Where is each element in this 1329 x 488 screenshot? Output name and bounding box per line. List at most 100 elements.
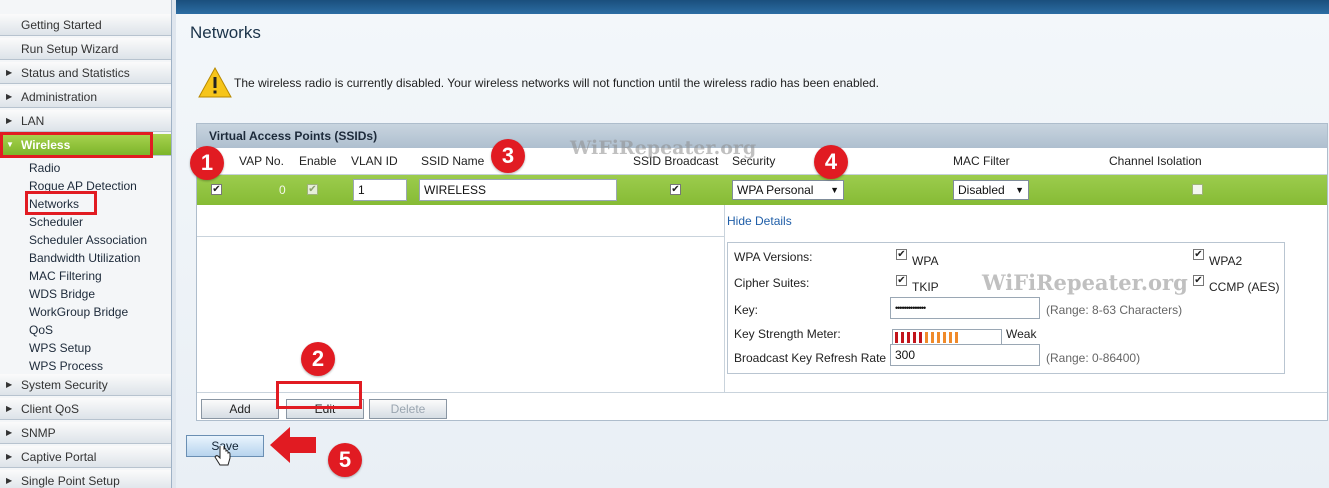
annotation-marker-2: 2: [301, 342, 335, 376]
sidebar-item-label: LAN: [21, 114, 45, 128]
highlight-box-edit: [276, 381, 362, 409]
sidebar-sub-scheduler-association[interactable]: Scheduler Association: [29, 232, 147, 248]
strength-bar: [907, 332, 910, 343]
ssid-name-input[interactable]: WIRELESS: [419, 179, 617, 201]
wpa2-checkbox[interactable]: ✔: [1193, 249, 1204, 260]
wpa-versions-label: WPA Versions:: [734, 250, 813, 264]
strength-bar: [925, 332, 928, 343]
table-row[interactable]: ✔ 0 ✔ 1 WIRELESS ✔ WPA Personal ▼ Disable…: [197, 175, 1327, 205]
sidebar-item-label: Single Point Setup: [21, 474, 120, 488]
key-strength-label: Key Strength Meter:: [734, 327, 841, 341]
annotation-marker-5: 5: [328, 443, 362, 477]
watermark: WiFiRepeater.org: [982, 270, 1188, 295]
ccmp-checkbox[interactable]: ✔: [1193, 275, 1204, 286]
wpa-label: WPA: [912, 254, 939, 268]
divider: [197, 236, 724, 237]
key-strength-text: Weak: [1006, 327, 1037, 341]
cipher-suites-label: Cipher Suites:: [734, 276, 810, 290]
sidebar-item-label: Run Setup Wizard: [21, 42, 119, 56]
sidebar-item-label: Administration: [21, 90, 98, 104]
key-input[interactable]: ••••••••••••••: [890, 297, 1040, 319]
column-header-mac-filter: MAC Filter: [953, 154, 1010, 168]
sidebar-sub-wps-setup[interactable]: WPS Setup: [29, 340, 91, 356]
sidebar-item-status-and-statistics[interactable]: ▶ Status and Statistics: [0, 62, 171, 84]
strength-bar: [949, 332, 952, 343]
add-button[interactable]: Add: [201, 399, 279, 419]
sidebar-sub-mac-filtering[interactable]: MAC Filtering: [29, 268, 102, 284]
row-select-checkbox[interactable]: ✔: [211, 184, 222, 195]
sidebar-item-getting-started[interactable]: Getting Started: [0, 14, 171, 36]
sidebar-item-label: SNMP: [21, 426, 56, 440]
strength-bar: [895, 332, 898, 343]
tkip-checkbox[interactable]: ✔: [896, 275, 907, 286]
highlight-box-wireless: [0, 132, 153, 158]
sidebar-item-lan[interactable]: ▶ LAN: [0, 110, 171, 132]
sidebar-sub-wps-process[interactable]: WPS Process: [29, 358, 103, 374]
strength-bar: [901, 332, 904, 343]
annotation-marker-4: 4: [814, 145, 848, 179]
sidebar-sub-bandwidth-utilization[interactable]: Bandwidth Utilization: [29, 250, 140, 266]
sidebar-item-client-qos[interactable]: ▶ Client QoS: [0, 398, 171, 420]
ccmp-label: CCMP (AES): [1209, 280, 1280, 294]
divider: [724, 205, 725, 392]
mac-filter-value: Disabled: [958, 183, 1005, 197]
sidebar-item-system-security[interactable]: ▶ System Security: [0, 374, 171, 396]
strength-bar: [919, 332, 922, 343]
expand-arrow-icon: ▶: [6, 116, 13, 125]
enable-checkbox: ✔: [307, 184, 318, 195]
sidebar-item-label: Status and Statistics: [21, 66, 130, 80]
broadcast-key-refresh-input[interactable]: 300: [890, 344, 1040, 366]
security-details-box: WPA Versions: ✔ WPA ✔ WPA2 Cipher Suites…: [727, 242, 1285, 374]
column-header-channel-isolation: Channel Isolation: [1109, 154, 1202, 168]
sidebar-sub-workgroup-bridge[interactable]: WorkGroup Bridge: [29, 304, 128, 320]
security-select[interactable]: WPA Personal ▼: [732, 180, 844, 200]
refresh-range-hint: (Range: 0-86400): [1046, 351, 1141, 365]
sidebar-item-single-point-setup[interactable]: ▶ Single Point Setup: [0, 470, 171, 488]
annotation-marker-1: 1: [190, 146, 224, 180]
chevron-down-icon: ▼: [1015, 185, 1024, 195]
expand-arrow-icon: ▶: [6, 380, 13, 389]
expand-arrow-icon: ▶: [6, 404, 13, 413]
annotation-arrow-icon: [270, 427, 316, 463]
column-header-vlan-id: VLAN ID: [351, 154, 398, 168]
vap-number: 0: [279, 183, 286, 197]
watermark: WiFiRepeater.org: [570, 137, 757, 159]
broadcast-key-refresh-label: Broadcast Key Refresh Rate: [734, 351, 887, 365]
mac-filter-select[interactable]: Disabled ▼: [953, 180, 1029, 200]
strength-bar: [937, 332, 940, 343]
column-header-vap-no: VAP No.: [239, 154, 284, 168]
wpa2-label: WPA2: [1209, 254, 1243, 268]
sidebar-item-label: Client QoS: [21, 402, 80, 416]
key-range-hint: (Range: 8-63 Characters): [1046, 303, 1183, 317]
strength-bar: [955, 332, 958, 343]
strength-bar: [943, 332, 946, 343]
ssid-broadcast-checkbox[interactable]: ✔: [670, 184, 681, 195]
wpa-checkbox[interactable]: ✔: [896, 249, 907, 260]
sidebar-sub-radio[interactable]: Radio: [29, 160, 60, 176]
key-strength-meter: [892, 329, 1002, 345]
sidebar-sub-scheduler[interactable]: Scheduler: [29, 214, 83, 230]
sidebar-item-captive-portal[interactable]: ▶ Captive Portal: [0, 446, 171, 468]
expand-arrow-icon: ▶: [6, 452, 13, 461]
sidebar-sub-wds-bridge[interactable]: WDS Bridge: [29, 286, 95, 302]
strength-bar: [931, 332, 934, 343]
sidebar-item-snmp[interactable]: ▶ SNMP: [0, 422, 171, 444]
sidebar-item-run-setup-wizard[interactable]: Run Setup Wizard: [0, 38, 171, 60]
sidebar-item-administration[interactable]: ▶ Administration: [0, 86, 171, 108]
vlan-id-input[interactable]: 1: [353, 179, 407, 201]
sidebar: Getting Started Run Setup Wizard ▶ Status…: [0, 0, 172, 488]
column-header-ssid-name: SSID Name: [421, 154, 485, 168]
chevron-down-icon: ▼: [830, 185, 839, 195]
annotation-marker-3: 3: [491, 139, 525, 173]
page-title: Networks: [190, 23, 261, 42]
hand-cursor-icon: [214, 446, 231, 466]
security-value: WPA Personal: [737, 183, 814, 197]
strength-bar: [913, 332, 916, 343]
expand-arrow-icon: ▶: [6, 428, 13, 437]
sidebar-item-label: Getting Started: [21, 18, 102, 32]
delete-button: Delete: [369, 399, 447, 419]
sidebar-sub-qos[interactable]: QoS: [29, 322, 53, 338]
hide-details-link[interactable]: Hide Details: [727, 214, 792, 228]
top-banner: [176, 0, 1329, 14]
warning-message: The wireless radio is currently disabled…: [234, 76, 879, 90]
